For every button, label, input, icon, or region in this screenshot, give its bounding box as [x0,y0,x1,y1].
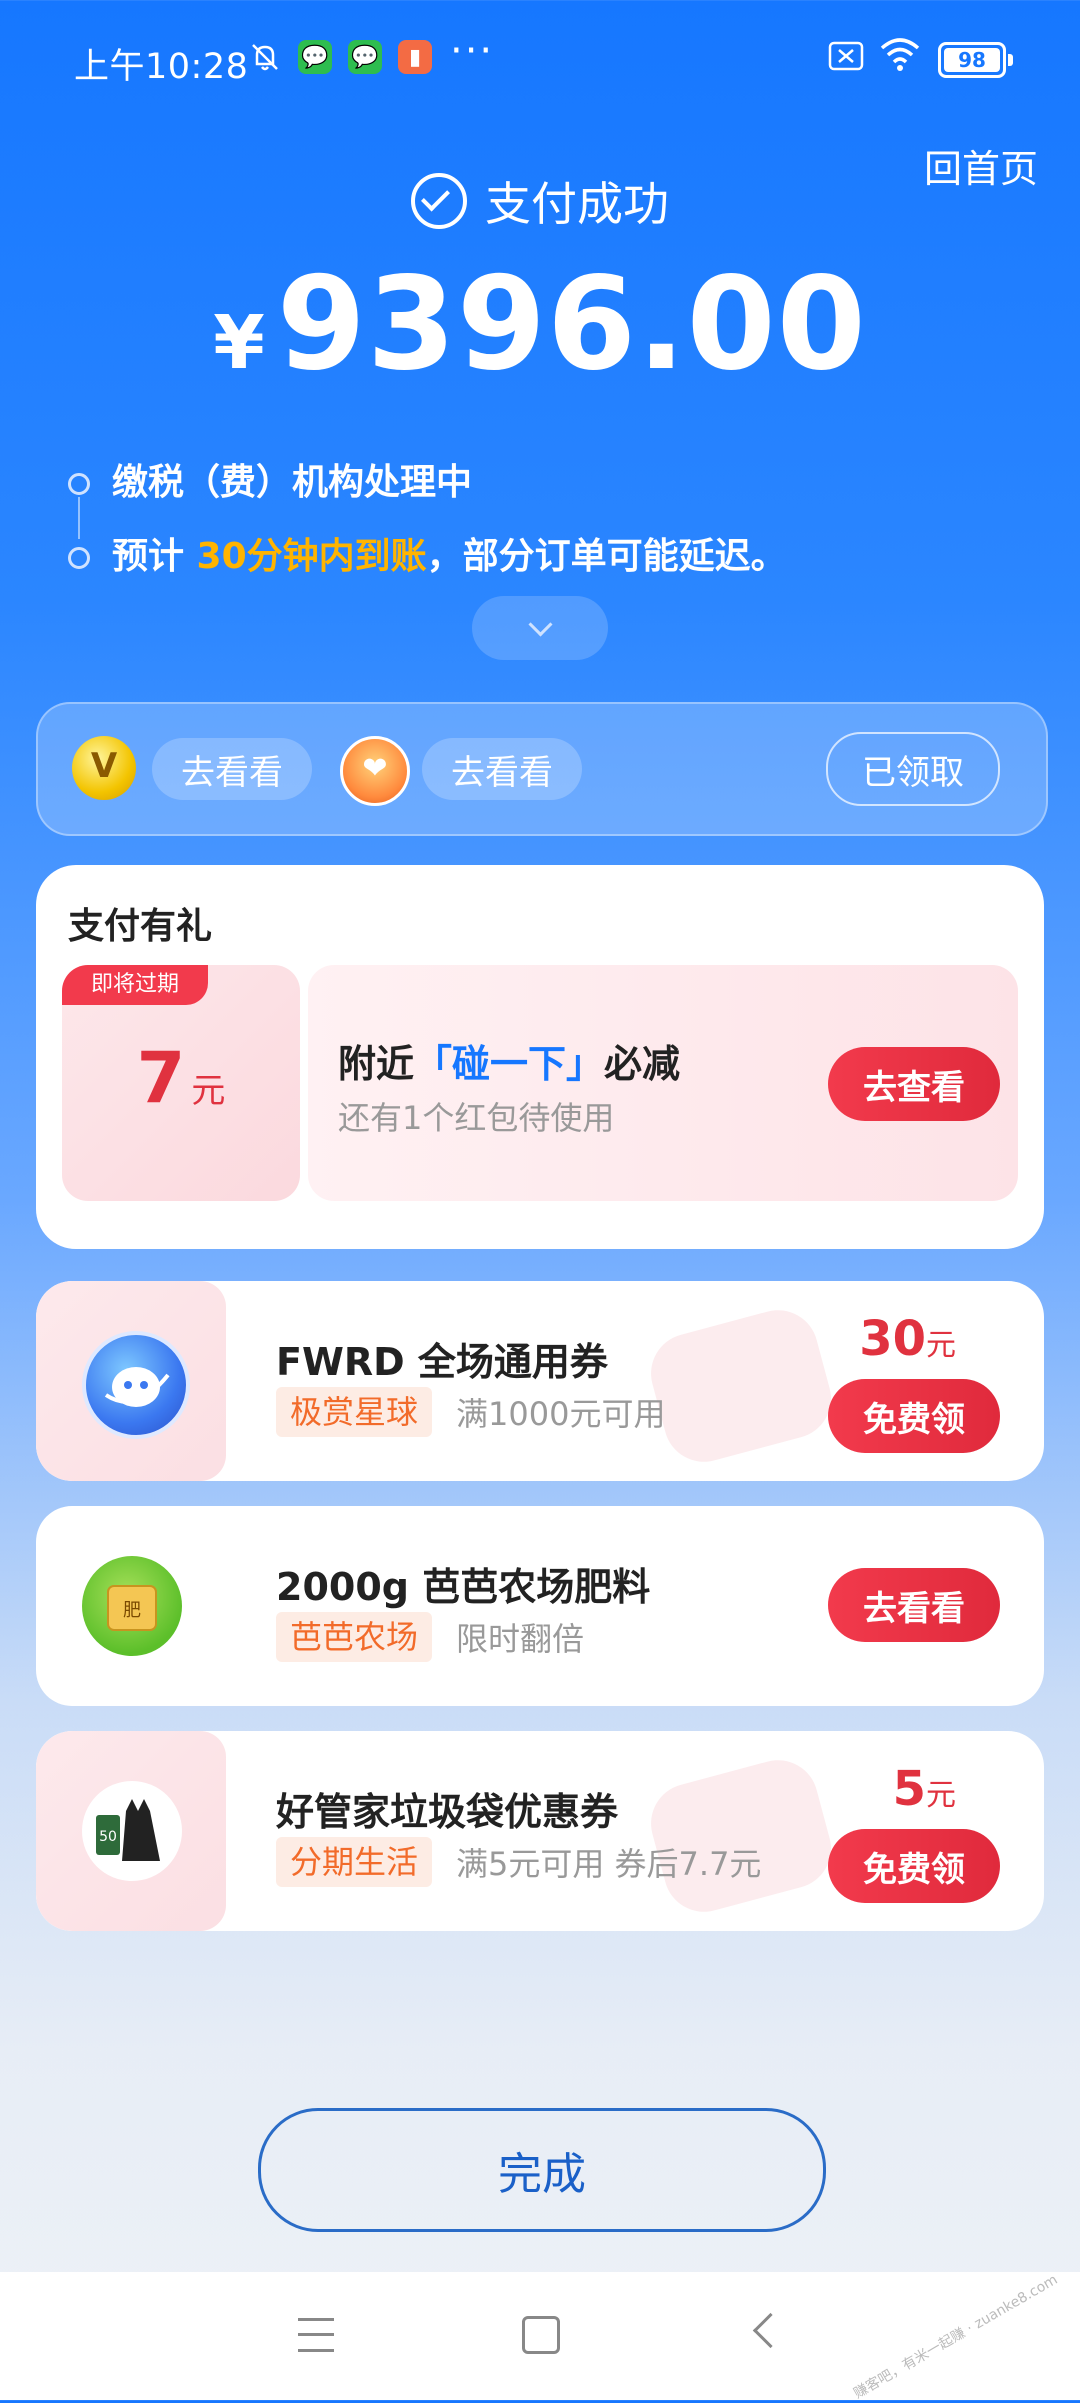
coupon-amount-unit: 元 [191,1071,226,1111]
offer-icon-block: 50 [36,1731,226,1931]
gift-card-title: 支付有礼 [68,906,213,947]
sim-off-icon [828,40,864,80]
app-icon: ▮ [398,40,432,74]
trash-bag-icon: 50 [82,1781,182,1881]
status-bar: 上午10:28 💬 💬 ▮ ··· 98 [0,0,1080,110]
svg-text:肥: 肥 [123,1600,141,1621]
offer-desc: 限时翻倍 [456,1620,585,1658]
wifi-icon [878,36,922,81]
offer-desc: 满1000元可用 [456,1395,666,1433]
decoration [642,1751,840,1921]
offer-price-number: 30 [859,1311,926,1367]
offer-card[interactable]: 50 好管家垃圾袋优惠券 分期生活 满5元可用 券后7.7元 5元 免费领 [36,1731,1044,1931]
claim-free-button[interactable]: 免费领 [828,1379,1000,1453]
svg-text:50: 50 [99,1829,117,1845]
timeline-step-text: 缴税（费）机构处理中 [112,462,473,503]
offer-price: 30元 [859,1311,956,1367]
system-nav-bar [0,2272,1080,2400]
processing-timeline: 缴税（费）机构处理中 预计 30分钟内到账，部分订单可能延迟。 [68,455,787,603]
coupon-amount: 7元 [62,1037,300,1119]
timeline-dot-icon [68,473,90,495]
timeline-step-highlight: 30分钟内到账 [196,536,427,577]
coupon-detail-block: 附近「碰一下」必减 还有1个红包待使用 去查看 [308,965,1018,1201]
coupon-title: 附近「碰一下」必减 [338,1033,680,1088]
offer-tag: 极赏星球 [276,1387,433,1437]
expand-button[interactable] [472,596,608,660]
coupon-amount-block: 即将过期 7元 [62,965,300,1201]
claimed-button[interactable]: 已领取 [826,732,1000,806]
check-circle-icon [411,173,467,229]
red-coin-icon [340,736,410,806]
offer-desc: 满5元可用 券后7.7元 [456,1845,762,1883]
offer-icon-block [36,1281,226,1481]
planet-icon [82,1331,190,1439]
timeline-step: 预计 30分钟内到账，部分订单可能延迟。 [68,529,787,603]
coupon-amount-number: 7 [136,1037,186,1119]
wechat-icon: 💬 [298,40,332,74]
menu-icon[interactable] [298,2318,334,2352]
offer-title: 好管家垃圾袋优惠券 [276,1790,619,1834]
offer-tag: 分期生活 [276,1837,433,1887]
timeline-step-prefix: 预计 [112,536,197,577]
status-time: 上午10:28 [74,47,249,87]
view-offer-button[interactable]: 去看看 [828,1568,1000,1642]
battery-icon: 98 [938,42,1013,78]
offer-price-unit: 元 [926,1778,956,1813]
back-icon[interactable] [752,2312,789,2349]
timeline-step: 缴税（费）机构处理中 [68,455,787,539]
wechat-icon: 💬 [348,40,382,74]
claim-free-button[interactable]: 免费领 [828,1829,1000,1903]
payment-status-text: 支付成功 [485,177,669,231]
fertilizer-icon: 肥 [82,1556,182,1656]
expire-tag: 即将过期 [62,965,208,1005]
bell-off-icon [248,40,282,74]
more-dots-icon: ··· [450,28,495,74]
offer-card[interactable]: 肥 2000g 芭芭农场肥料 芭芭农场 限时翻倍 去看看 [36,1506,1044,1706]
offer-card[interactable]: FWRD 全场通用券 极赏星球 满1000元可用 30元 免费领 [36,1281,1044,1481]
gold-coin-icon [72,736,136,800]
coupon-title-suffix: 必减 [604,1042,681,1086]
coupon-title-prefix: 附近 [338,1042,415,1086]
promo-view-button-2[interactable]: 去看看 [422,738,582,800]
offer-title: 2000g 芭芭农场肥料 [276,1565,651,1609]
coupon-title-highlight: 「碰一下」 [414,1042,605,1086]
coupon-subtitle: 还有1个红包待使用 [338,1099,615,1137]
home-square-icon[interactable] [522,2316,560,2354]
decoration [642,1301,840,1471]
battery-level: 98 [944,48,1000,72]
offer-icon-block: 肥 [36,1506,226,1706]
offer-price-number: 5 [892,1761,926,1817]
payment-amount: ¥ 9396.00 [0,250,1080,399]
promo-view-button-1[interactable]: 去看看 [152,738,312,800]
offer-price-unit: 元 [926,1328,956,1363]
payment-gift-card: 支付有礼 即将过期 7元 附近「碰一下」必减 还有1个红包待使用 去查看 [36,865,1044,1249]
offer-price: 5元 [893,1761,956,1817]
timeline-step-suffix: ，部分订单可能延迟。 [426,536,787,577]
amount-value: 9396.00 [276,250,867,399]
offer-title: FWRD 全场通用券 [276,1340,608,1384]
timeline-dot-icon [68,547,90,569]
offer-tag: 芭芭农场 [276,1612,433,1662]
payment-status: 支付成功 [0,168,1080,234]
view-coupon-button[interactable]: 去查看 [828,1047,1000,1121]
done-button[interactable]: 完成 [258,2108,826,2232]
promo-strip: 去看看 去看看 已领取 [36,702,1048,836]
currency-symbol: ¥ [213,300,265,386]
chevron-down-icon [527,611,553,637]
